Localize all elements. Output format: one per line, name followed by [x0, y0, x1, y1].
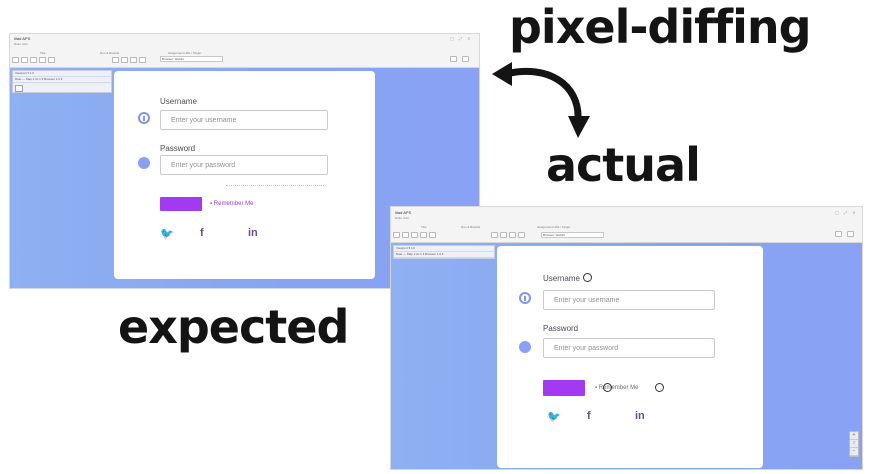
- run-button[interactable]: [509, 232, 516, 238]
- remember-me-label[interactable]: ▪ Remember Me: [595, 385, 638, 391]
- login-card: Username Enter your username Password En…: [114, 71, 375, 279]
- viewport-panel: Viewport ▾ 1.0 Date — Map 1 Gr.1 ▾ Brows…: [12, 70, 112, 93]
- diff-marker-icon: [603, 383, 612, 392]
- app-subtitle: Rider Utils: [14, 42, 28, 46]
- zoom-in-icon[interactable]: +: [850, 432, 858, 440]
- caption-actual: actual: [546, 138, 701, 192]
- settings-icon[interactable]: [835, 231, 842, 237]
- zoom-out-icon[interactable]: −: [850, 448, 858, 456]
- run-button[interactable]: [500, 232, 507, 238]
- login-button[interactable]: [543, 380, 585, 396]
- app-title: Iliad APS: [395, 210, 412, 215]
- app-toolbar: Iliad APS Rider Utils Title Run & Result…: [391, 207, 862, 243]
- toolbar-button[interactable]: [21, 57, 28, 63]
- facebook-icon[interactable]: f: [587, 410, 591, 422]
- toolbar-button[interactable]: [48, 57, 55, 63]
- caption-expected: expected: [118, 300, 349, 354]
- toolbar-label-title: Title: [421, 225, 427, 229]
- search-icon[interactable]: [462, 56, 469, 62]
- toolbar-label-url: Assignment URL / Target: [168, 51, 202, 55]
- user-icon: [138, 112, 150, 124]
- password-input[interactable]: Enter your password: [543, 338, 715, 358]
- search-icon[interactable]: [847, 231, 854, 237]
- username-input[interactable]: Enter your username: [160, 110, 328, 130]
- linkedin-icon[interactable]: in: [248, 227, 258, 239]
- username-label: Username: [543, 274, 580, 283]
- double-arrow-icon: [492, 62, 590, 138]
- remember-me-label[interactable]: ▪ Remember Me: [210, 201, 253, 207]
- app-toolbar: Iliad APS Rider Utils Title Run & Result…: [10, 34, 479, 68]
- url-field[interactable]: Browser: Webkit: [541, 232, 604, 238]
- browser-stage: Viewport ▾ 1.0 Date — Map 1 Gr.1 ▾ Brows…: [391, 243, 862, 469]
- toolbar-buttons: [393, 232, 436, 238]
- toolbar-label-run: Run & Results: [100, 51, 120, 55]
- twitter-icon[interactable]: 🐦: [160, 227, 174, 240]
- run-buttons: [491, 232, 525, 238]
- window-controls[interactable]: ▢ ⤢ ✕: [450, 36, 473, 41]
- password-input[interactable]: Enter your password: [160, 155, 328, 175]
- actual-screenshot: Iliad APS Rider Utils Title Run & Result…: [390, 206, 863, 470]
- app-title: Iliad APS: [14, 36, 31, 41]
- viewport-panel: Viewport ▾ 1.0 Date — Map 1 Gr.1 ▾ Brows…: [393, 245, 495, 259]
- run-button[interactable]: [139, 57, 146, 63]
- viewport-row: Date — Map 1 Gr.1 ▾ Browser 1.0 ▾: [13, 77, 111, 83]
- diff-marker-icon: [583, 273, 592, 282]
- password-label: Password: [543, 324, 579, 333]
- run-button[interactable]: [518, 232, 525, 238]
- user-icon: [519, 292, 531, 304]
- viewport-row: Date — Map 1 Gr.1 ▾ Browser 1.0 ▾: [394, 252, 494, 258]
- linkedin-icon[interactable]: in: [635, 410, 645, 422]
- facebook-icon[interactable]: f: [200, 227, 204, 239]
- zoom-reset-icon[interactable]: ○: [850, 440, 858, 448]
- password-label: Password: [160, 144, 196, 153]
- divider: [226, 185, 324, 186]
- run-button[interactable]: [112, 57, 119, 63]
- toolbar-button[interactable]: [12, 57, 19, 63]
- toolbar-label-title: Title: [40, 51, 46, 55]
- toolbar-button[interactable]: [402, 232, 409, 238]
- toolbar-button[interactable]: [429, 232, 436, 238]
- login-card: Username Enter your username Password En…: [497, 246, 763, 468]
- toolbar-button[interactable]: [39, 57, 46, 63]
- run-button[interactable]: [121, 57, 128, 63]
- username-label: Username: [160, 97, 197, 106]
- lock-icon: [138, 157, 150, 169]
- run-buttons: [112, 57, 146, 63]
- thumbnail[interactable]: [15, 85, 23, 92]
- toolbar-button[interactable]: [393, 232, 400, 238]
- run-button[interactable]: [491, 232, 498, 238]
- toolbar-button[interactable]: [420, 232, 427, 238]
- settings-icon[interactable]: [450, 56, 457, 62]
- lock-icon: [519, 341, 531, 353]
- diff-marker-icon: [655, 383, 664, 392]
- window-controls[interactable]: ▢ ⤢ ✕: [835, 210, 858, 215]
- toolbar-label-url: Assignment URL / Target: [537, 225, 571, 229]
- url-field[interactable]: Browser: Webkit: [160, 56, 223, 62]
- username-input[interactable]: Enter your username: [543, 290, 715, 310]
- toolbar-button[interactable]: [30, 57, 37, 63]
- run-button[interactable]: [130, 57, 137, 63]
- login-button[interactable]: [160, 197, 202, 211]
- app-subtitle: Rider Utils: [395, 216, 409, 220]
- toolbar-buttons: [12, 57, 55, 63]
- caption-pixel-diffing: pixel-diffing: [509, 0, 812, 54]
- zoom-controls[interactable]: + ○ −: [849, 431, 859, 457]
- toolbar-label-run: Run & Results: [461, 225, 481, 229]
- twitter-icon[interactable]: 🐦: [547, 410, 561, 423]
- toolbar-button[interactable]: [411, 232, 418, 238]
- remember-me-text: Remember Me: [213, 201, 254, 207]
